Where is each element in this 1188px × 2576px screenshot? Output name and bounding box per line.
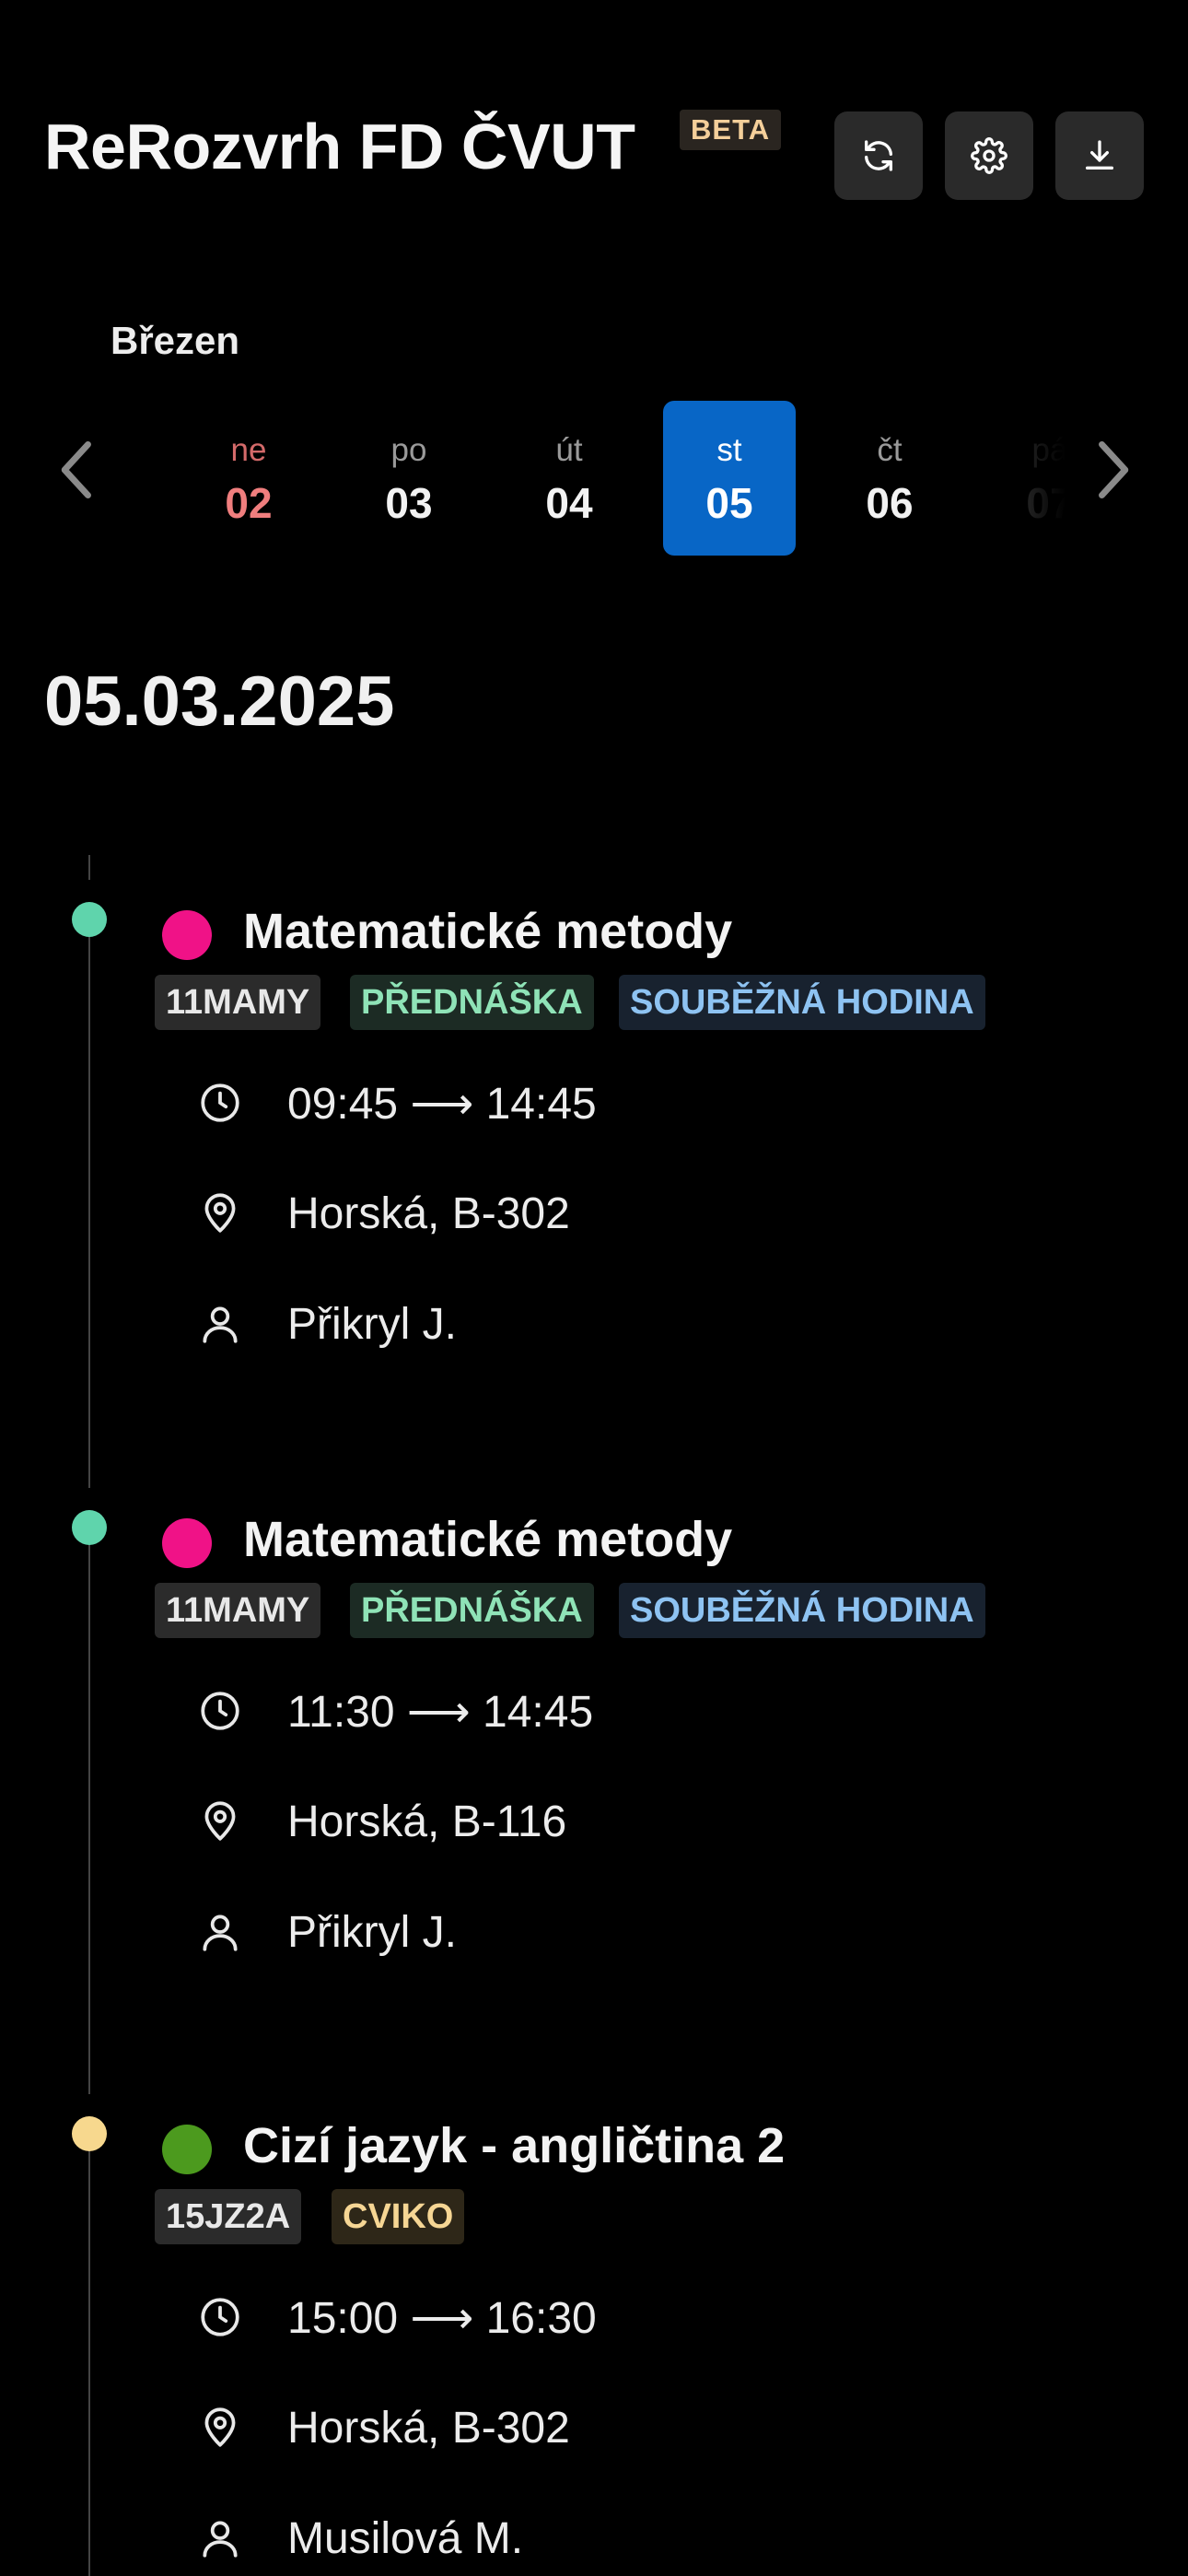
refresh-icon [865,140,892,171]
selected-date-heading: 05.03.2025 [44,662,395,741]
prev-week-button[interactable] [50,433,105,507]
teacher-row: Musilová M. [155,2514,1149,2576]
next-week-button[interactable] [1085,433,1140,507]
person-icon [197,2515,243,2561]
event-location: Horská, B-302 [287,2404,570,2453]
course-code-tag: 11MAMY [155,975,321,1030]
clock-icon [197,1688,243,1734]
location-row: Horská, B-302 [155,2404,1149,2515]
event-header: Matematické metody [155,1509,1149,1583]
event-type-tag: CVIKO [332,2189,465,2244]
event-details: 15:00 ⟶ 16:30 Horská, B-302 Musilová M. [155,2294,1149,2576]
event-teacher: Přikryl J. [287,1908,457,1957]
event-teacher: Přikryl J. [287,1300,457,1349]
event-title: Cizí jazyk - angličtina 2 [243,2118,786,2173]
event-title: Matematické metody [243,904,733,959]
chevron-left-icon [61,440,91,499]
event-title: Matematické metody [243,1512,733,1567]
event-card[interactable]: Matematické metody 11MAMY PŘEDNÁŠKA SOUB… [155,901,1149,1411]
event-location: Horská, B-302 [287,1189,570,1238]
event-details: 09:45 ⟶ 14:45 Horská, B-302 Přikryl J. [155,1080,1149,1411]
settings-button[interactable] [945,111,1033,200]
day-item-selected[interactable]: st 05 [663,401,796,556]
day-name: st [716,432,742,468]
event-card[interactable]: Cizí jazyk - angličtina 2 15JZ2A CVIKO 1… [155,2115,1149,2576]
event-tags: 11MAMY PŘEDNÁŠKA SOUBĚŽNÁ HODINA [155,1583,1149,1640]
event-time: 09:45 ⟶ 14:45 [287,1080,597,1129]
day-number: 04 [545,479,593,527]
event-teacher: Musilová M. [287,2514,524,2563]
day-number: 06 [866,479,914,527]
location-pin-icon [197,1798,243,1844]
app-page: ReRozvrh FD ČVUT BETA Březen ne 02 po 03… [0,0,1188,2576]
event-tags: 15JZ2A CVIKO [155,2189,1149,2246]
day-name: čt [877,432,903,468]
time-row: 15:00 ⟶ 16:30 [155,2294,1149,2405]
day-item[interactable]: čt 06 [823,401,956,556]
month-label: Březen [111,319,240,362]
clock-icon [197,2294,243,2340]
day-name: ne [230,432,267,468]
subject-color-dot [162,1518,212,1568]
day-item[interactable]: ne 02 [182,401,315,556]
event-time: 15:00 ⟶ 16:30 [287,2294,597,2343]
course-code-tag: 11MAMY [155,1583,321,1638]
person-icon [197,1909,243,1955]
course-code-tag: 15JZ2A [155,2189,302,2244]
event-location: Horská, B-116 [287,1797,567,1846]
event-header: Matematické metody [155,901,1149,975]
event-card[interactable]: Matematické metody 11MAMY PŘEDNÁŠKA SOUB… [155,1509,1149,2020]
time-row: 09:45 ⟶ 14:45 [155,1080,1149,1190]
download-button[interactable] [1055,111,1144,200]
beta-badge: BETA [680,110,782,150]
concurrent-tag: SOUBĚŽNÁ HODINA [619,1583,985,1638]
day-number: 05 [705,479,753,527]
location-pin-icon [197,2405,243,2451]
refresh-button[interactable] [834,111,923,200]
location-pin-icon [197,1190,243,1236]
subject-color-dot [162,2125,212,2174]
timeline-line [88,855,90,2576]
event-details: 11:30 ⟶ 14:45 Horská, B-116 Přikryl J. [155,1688,1149,2020]
concurrent-tag: SOUBĚŽNÁ HODINA [619,975,985,1030]
event-type-tag: PŘEDNÁŠKA [350,1583,594,1638]
location-row: Horská, B-116 [155,1797,1149,1909]
day-name: út [555,432,583,468]
day-number: 02 [225,479,273,527]
location-row: Horská, B-302 [155,1189,1149,1301]
time-row: 11:30 ⟶ 14:45 [155,1688,1149,1798]
event-header: Cizí jazyk - angličtina 2 [155,2115,1149,2189]
person-icon [197,1301,243,1347]
day-item[interactable]: út 04 [503,401,635,556]
day-strip: ne 02 po 03 út 04 st 05 čt 06 pá 07 [166,401,1077,557]
gear-icon [971,137,1007,174]
teacher-row: Přikryl J. [155,1300,1149,1411]
teacher-row: Přikryl J. [155,1908,1149,2020]
day-name: po [390,432,427,468]
timeline-dot [72,1510,107,1545]
download-icon [1086,140,1113,170]
event-tags: 11MAMY PŘEDNÁŠKA SOUBĚŽNÁ HODINA [155,975,1149,1032]
event-type-tag: PŘEDNÁŠKA [350,975,594,1030]
timeline-dot [72,2116,107,2151]
day-item[interactable]: po 03 [343,401,475,556]
event-time: 11:30 ⟶ 14:45 [287,1688,594,1737]
chevron-right-icon [1099,440,1129,499]
app-header: ReRozvrh FD ČVUT BETA [44,106,1144,200]
strip-fade [995,401,1077,557]
app-title: ReRozvrh FD ČVUT [44,111,635,182]
subject-color-dot [162,910,212,960]
clock-icon [197,1080,243,1126]
day-number: 03 [385,479,433,527]
timeline-dot [72,902,107,937]
